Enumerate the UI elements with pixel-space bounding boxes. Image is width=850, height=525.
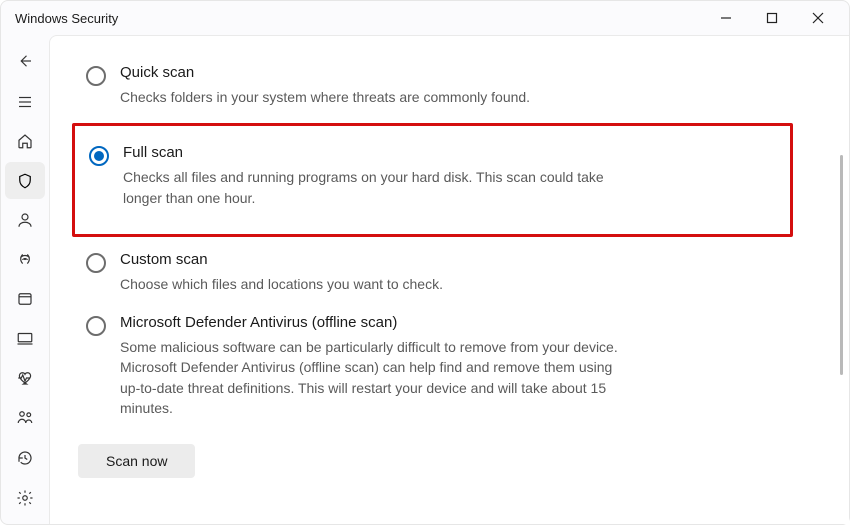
radio-full-scan[interactable] — [89, 146, 109, 166]
highlight-full-scan: Full scan Checks all files and running p… — [72, 123, 793, 237]
window-title: Windows Security — [15, 11, 703, 26]
option-desc: Checks folders in your system where thre… — [120, 87, 620, 107]
shield-icon — [16, 172, 34, 190]
scrollbar-thumb[interactable] — [840, 155, 843, 375]
home-icon — [16, 132, 34, 150]
history-icon — [16, 449, 34, 467]
family-icon — [16, 408, 34, 426]
sidebar — [1, 35, 49, 524]
close-button[interactable] — [795, 2, 841, 34]
person-icon — [16, 211, 34, 229]
option-custom-scan[interactable]: Custom scan Choose which files and locat… — [78, 243, 789, 306]
option-label: Microsoft Defender Antivirus (offline sc… — [120, 314, 779, 331]
wifi-icon — [16, 250, 34, 268]
back-button[interactable] — [5, 41, 45, 81]
windows-security-window: Windows Security — [0, 0, 850, 525]
nav-settings[interactable] — [5, 479, 45, 516]
nav-virus-protection[interactable] — [5, 162, 45, 199]
scan-options-panel: Quick scan Checks folders in your system… — [49, 35, 849, 524]
device-icon — [16, 329, 34, 347]
option-quick-scan[interactable]: Quick scan Checks folders in your system… — [78, 56, 789, 119]
option-full-scan[interactable]: Full scan Checks all files and running p… — [81, 136, 780, 220]
menu-icon — [16, 93, 34, 111]
nav-family[interactable] — [5, 398, 45, 435]
radio-custom-scan[interactable] — [86, 253, 106, 273]
nav-home[interactable] — [5, 122, 45, 159]
titlebar: Windows Security — [1, 1, 849, 35]
nav-history[interactable] — [5, 440, 45, 477]
gear-icon — [16, 489, 34, 507]
nav-menu[interactable] — [5, 83, 45, 120]
option-label: Full scan — [123, 144, 770, 161]
option-desc: Checks all files and running programs on… — [123, 167, 623, 208]
minimize-button[interactable] — [703, 2, 749, 34]
option-label: Custom scan — [120, 251, 779, 268]
option-label: Quick scan — [120, 64, 779, 81]
nav-performance[interactable] — [5, 359, 45, 396]
radio-quick-scan[interactable] — [86, 66, 106, 86]
nav-firewall[interactable] — [5, 241, 45, 278]
scan-now-button[interactable]: Scan now — [78, 444, 195, 478]
nav-device-security[interactable] — [5, 319, 45, 356]
back-arrow-icon — [16, 52, 34, 70]
nav-account-protection[interactable] — [5, 201, 45, 238]
heart-icon — [16, 369, 34, 387]
option-offline-scan[interactable]: Microsoft Defender Antivirus (offline sc… — [78, 306, 789, 430]
nav-app-browser[interactable] — [5, 280, 45, 317]
option-desc: Choose which files and locations you wan… — [120, 274, 620, 294]
option-desc: Some malicious software can be particula… — [120, 337, 620, 418]
app-icon — [16, 290, 34, 308]
radio-offline-scan[interactable] — [86, 316, 106, 336]
maximize-button[interactable] — [749, 2, 795, 34]
